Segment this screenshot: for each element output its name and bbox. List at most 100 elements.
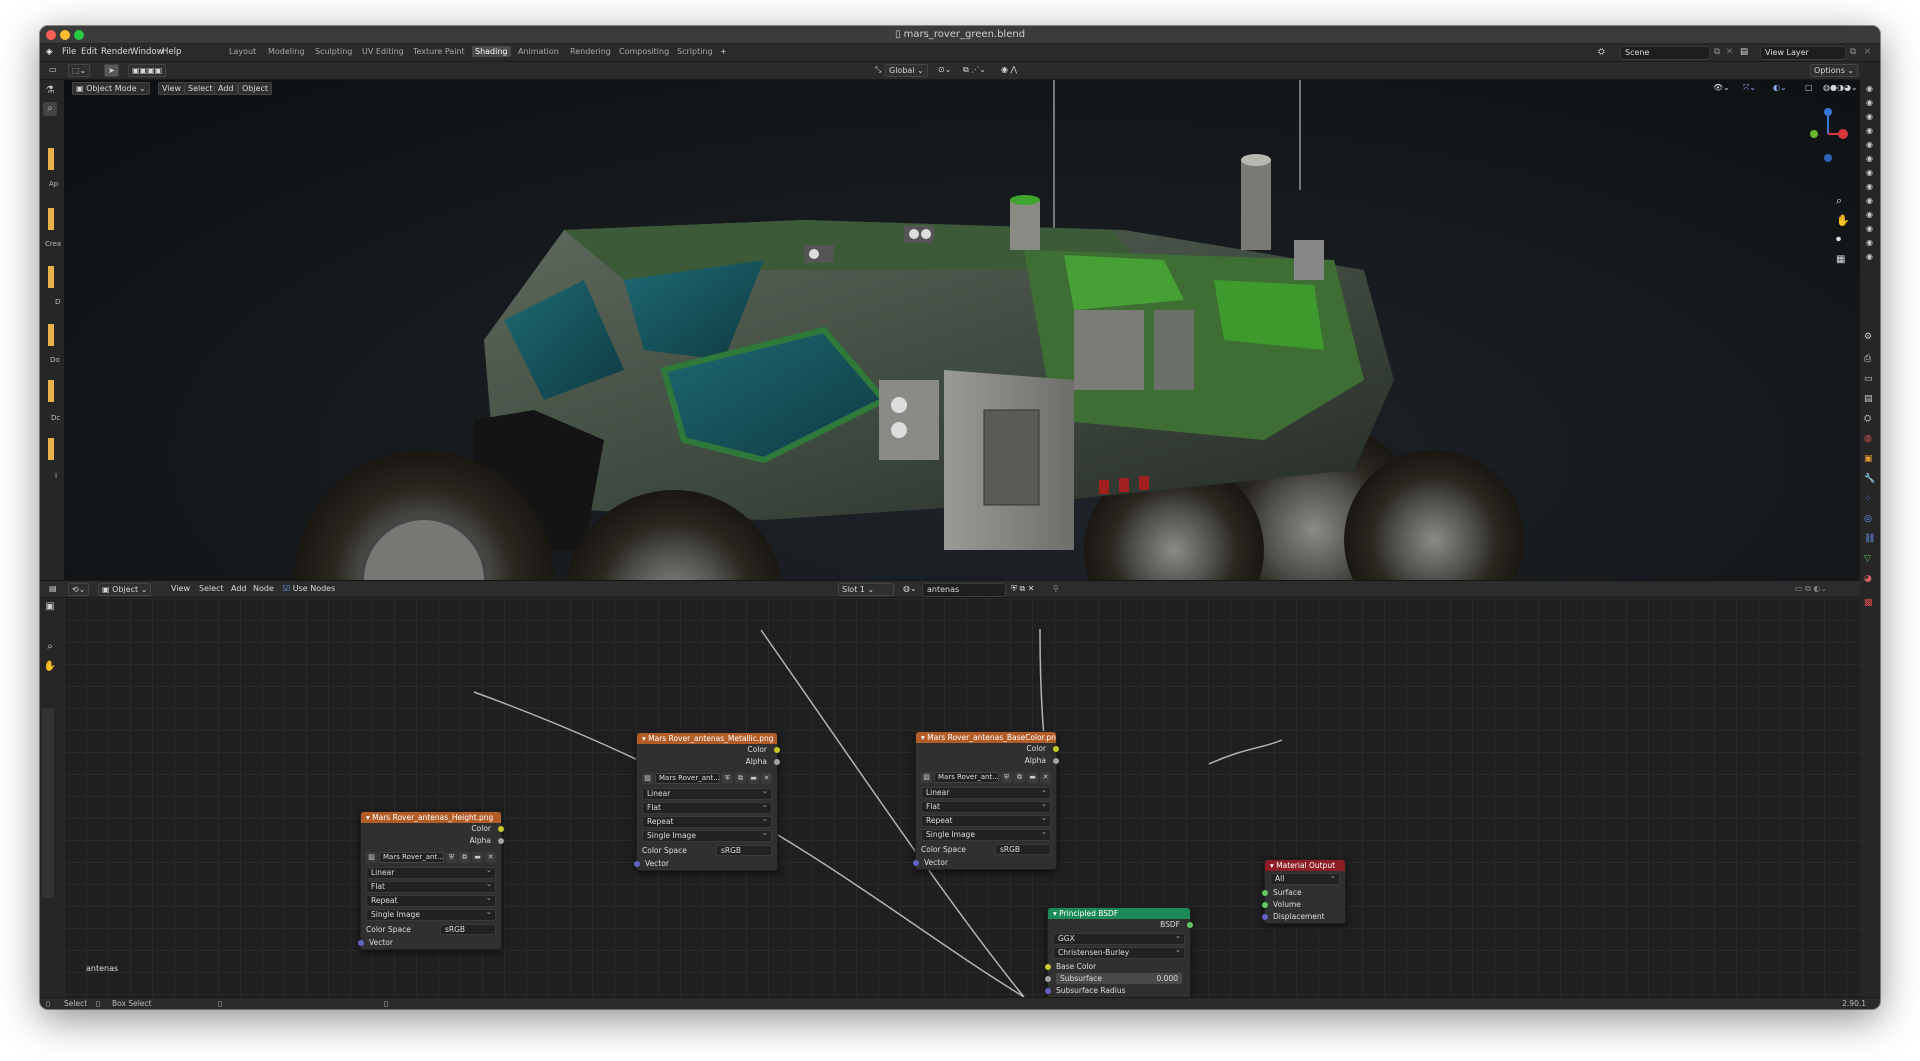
open-folder-icon[interactable]: ▬ <box>1027 771 1038 783</box>
node-zoom-icon[interactable]: ⌕ <box>43 640 57 654</box>
node-pan-icon[interactable]: ✋ <box>43 660 57 674</box>
subsurface-method-dropdown[interactable]: Christensen-Burley <box>1053 945 1185 959</box>
image-browse-icon[interactable]: ▨ <box>921 771 932 783</box>
snap-icon[interactable]: ⧉ ⋰⌄ <box>960 64 989 76</box>
image-texture-node-basecolor[interactable]: ▾ Mars Rover_antenas_BaseColor.png Color… <box>913 731 1059 870</box>
pivot-icon[interactable]: ⊙⌄ <box>935 64 954 75</box>
eye-icon-11[interactable]: ◉ <box>1866 224 1873 233</box>
input-socket[interactable] <box>1045 964 1051 970</box>
scene-new-icon[interactable]: ⧉ <box>1714 47 1720 57</box>
object-type-dropdown[interactable]: ▣ Object ⌄ <box>98 583 152 596</box>
node-tool-icon[interactable]: ▣ <box>43 600 57 614</box>
material-output-node[interactable]: ▾ Material Output All Surface Volume Dis… <box>1262 859 1346 924</box>
unlink-icon[interactable]: ✕ <box>1040 771 1051 783</box>
image-name-field[interactable]: Mars Rover_ant... <box>934 771 999 783</box>
asset-thumb-2[interactable] <box>48 208 54 230</box>
use-nodes-checkbox[interactable]: ☑ Use Nodes <box>280 583 338 594</box>
asset-thumb-1[interactable] <box>48 148 54 170</box>
scene-close-icon[interactable]: ✕ <box>1726 47 1733 57</box>
node-view-menu[interactable]: View <box>168 583 193 594</box>
data-properties-icon[interactable]: ▽ <box>1864 554 1871 564</box>
shading-mode-icons[interactable]: ◍●◑◕⌄ <box>1820 82 1861 93</box>
output-socket[interactable] <box>774 759 780 765</box>
input-socket[interactable] <box>358 940 364 946</box>
tab-uv-editing[interactable]: UV Editing <box>362 47 404 56</box>
output-socket[interactable] <box>1053 746 1059 752</box>
tool-icon[interactable]: ⬚⌄ <box>68 64 91 77</box>
render-properties-icon[interactable]: ⎙ <box>1864 354 1871 364</box>
select-mode-icons[interactable]: ▣▣▣▣ <box>128 64 167 77</box>
image-browse-icon[interactable]: ▨ <box>642 772 653 784</box>
source-dropdown[interactable]: Single Image <box>642 828 772 842</box>
editor-type-icon[interactable]: ▭ <box>46 64 60 75</box>
camera-icon[interactable]: ⏺ <box>1836 234 1841 245</box>
world-properties-icon[interactable]: ◍ <box>1864 434 1872 444</box>
fake-user-icon[interactable]: ⛨ <box>446 851 457 863</box>
menu-window[interactable]: Window <box>130 47 164 57</box>
eye-icon-5[interactable]: ◉ <box>1866 140 1873 149</box>
eye-icon-3[interactable]: ◉ <box>1866 112 1873 121</box>
modifier-properties-icon[interactable]: 🔧 <box>1864 474 1875 484</box>
output-socket[interactable] <box>498 826 504 832</box>
menu-help[interactable]: Help <box>162 47 181 57</box>
options-dropdown[interactable]: Options ⌄ <box>1810 64 1859 77</box>
material-actions-icons[interactable]: ⛨ ⧉ ✕ <box>1008 583 1038 595</box>
input-socket[interactable] <box>634 861 640 867</box>
viewport-view-menu[interactable]: View <box>158 82 185 95</box>
output-socket[interactable] <box>1187 922 1193 928</box>
asset-thumb-3[interactable] <box>48 266 54 288</box>
input-socket[interactable] <box>913 860 919 866</box>
navigation-gizmo[interactable] <box>1788 104 1858 184</box>
viewport-select-menu[interactable]: Select <box>184 82 217 95</box>
eye-icon-8[interactable]: ◉ <box>1866 182 1873 191</box>
node-editor-type-icon[interactable]: ▤ <box>46 583 60 594</box>
transform-orientation-icon[interactable]: ⤡ <box>872 64 884 76</box>
scene-properties-icon[interactable]: ⛭ <box>1864 414 1871 424</box>
tab-texture-paint[interactable]: Texture Paint <box>413 47 465 56</box>
object-properties-icon[interactable]: ▣ <box>1864 454 1873 464</box>
node-header[interactable]: ▾ Material Output <box>1265 860 1345 871</box>
node-header[interactable]: ▾ Principled BSDF <box>1048 908 1190 919</box>
duplicate-icon[interactable]: ⧉ <box>459 851 470 863</box>
scene-field[interactable]: Scene <box>1620 46 1710 60</box>
tool-properties-icon[interactable]: ⚙ <box>1864 332 1872 342</box>
backdrop-icons[interactable]: ▭ ⧉ ◐⌄ <box>1792 583 1830 595</box>
open-folder-icon[interactable]: ▬ <box>472 851 483 863</box>
subsurface-slider[interactable]: Subsurface 0.000 <box>1056 973 1182 984</box>
object-mode-dropdown[interactable]: ▣ Object Mode ⌄ <box>72 82 150 95</box>
duplicate-icon[interactable]: ⧉ <box>735 772 746 784</box>
properties-icon[interactable]: ⚗ <box>43 84 57 98</box>
unlink-icon[interactable]: ✕ <box>485 851 496 863</box>
output-socket[interactable] <box>1053 758 1059 764</box>
node-header[interactable]: ▾ Mars Rover_antenas_Metallic.png <box>637 733 777 744</box>
view-layer-new-icon[interactable]: ⧉ <box>1850 47 1856 57</box>
tab-animation[interactable]: Animation <box>518 47 559 56</box>
tab-scripting[interactable]: Scripting <box>677 47 713 56</box>
interpolation-dropdown[interactable]: Linear <box>921 785 1051 799</box>
tab-sculpting[interactable]: Sculpting <box>315 47 352 56</box>
projection-dropdown[interactable]: Flat <box>366 879 496 893</box>
material-name-field[interactable]: antenas <box>922 583 1006 597</box>
node-scrollbar[interactable] <box>42 708 54 898</box>
add-workspace-icon[interactable]: + <box>720 47 727 56</box>
search-icon[interactable]: ⌕ <box>43 102 57 116</box>
proportional-edit-icon[interactable]: ◉ ⋀ <box>998 64 1020 75</box>
input-socket[interactable] <box>1045 988 1051 994</box>
visibility-icon[interactable]: 👁⌄ <box>1710 82 1733 93</box>
asset-thumb-5[interactable] <box>48 380 54 402</box>
fake-user-icon[interactable]: ⛨ <box>1001 771 1012 783</box>
output-socket[interactable] <box>498 838 504 844</box>
pin-icon[interactable]: ⚲ <box>1050 583 1062 594</box>
image-texture-node-height[interactable]: ▾ Mars Rover_antenas_Height.png Color Al… <box>358 811 504 950</box>
input-socket[interactable] <box>1045 976 1051 982</box>
eye-icon-6[interactable]: ◉ <box>1866 154 1873 163</box>
color-space-dropdown[interactable]: sRGB <box>440 923 496 935</box>
unlink-icon[interactable]: ✕ <box>761 772 772 784</box>
viewport-object-menu[interactable]: Object <box>238 82 273 95</box>
tab-modeling[interactable]: Modeling <box>268 47 304 56</box>
duplicate-icon[interactable]: ⧉ <box>1014 771 1025 783</box>
grid-icon[interactable]: ▦ <box>1836 254 1845 265</box>
node-header[interactable]: ▾ Mars Rover_antenas_BaseColor.png <box>916 732 1056 743</box>
texture-properties-icon[interactable]: ▩ <box>1864 598 1873 608</box>
viewport-add-menu[interactable]: Add <box>214 82 238 95</box>
